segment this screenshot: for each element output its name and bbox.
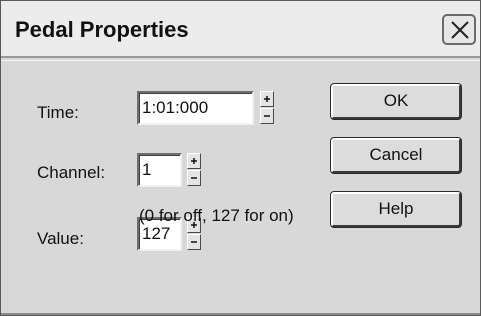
spin-down-icon (264, 115, 270, 117)
spin-down-icon (191, 241, 197, 243)
time-field[interactable]: 1:01:000 (137, 91, 254, 125)
spin-down-icon (191, 177, 197, 179)
channel-spinner (187, 153, 201, 187)
time-spinner (260, 91, 274, 125)
dialog-title: Pedal Properties (15, 17, 189, 42)
time-spin-up-button[interactable] (260, 91, 274, 107)
close-button[interactable] (442, 14, 476, 45)
spin-up-icon (191, 158, 197, 164)
value-label: Value: (37, 229, 84, 248)
time-spin-down-button[interactable] (260, 108, 274, 124)
dialog-body: Time: 1:01:000 Channel: 1 Value: 127 OK … (1, 60, 480, 315)
channel-label: Channel: (37, 163, 106, 182)
time-label: Time: (37, 103, 79, 122)
bottom-divider (1, 313, 480, 315)
channel-spin-down-button[interactable] (187, 170, 201, 186)
title-bar[interactable]: Pedal Properties (1, 1, 480, 58)
pedal-properties-dialog: Pedal Properties Time: 1:01:000 Channel:… (0, 0, 481, 316)
ok-button[interactable]: OK (331, 84, 461, 119)
channel-spin-up-button[interactable] (187, 153, 201, 169)
close-icon (451, 21, 469, 39)
channel-field[interactable]: 1 (137, 153, 182, 187)
cancel-button[interactable]: Cancel (331, 138, 461, 173)
spin-up-icon (264, 96, 270, 102)
help-button[interactable]: Help (331, 192, 461, 227)
value-spin-down-button[interactable] (187, 234, 201, 250)
value-hint-text: (0 for off, 127 for on) (139, 206, 294, 225)
